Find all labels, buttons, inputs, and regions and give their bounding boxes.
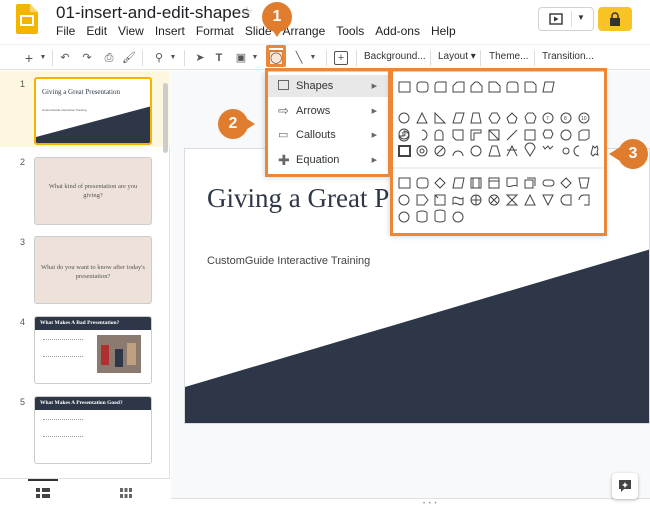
thumb-photo [97, 335, 141, 373]
menu-view[interactable]: View [118, 24, 144, 38]
transition-button[interactable]: Transition... [542, 51, 594, 62]
zoom-chevron-icon[interactable]: ▼ [168, 51, 178, 65]
present-button[interactable]: ▼ [538, 7, 594, 31]
undo-icon[interactable]: ↶ [58, 51, 72, 65]
menu-edit[interactable]: Edit [86, 24, 107, 38]
callout-pointer-2 [244, 117, 255, 131]
thumb-bullets [43, 419, 83, 437]
thumb-title-bar: What Makes A Bad Presentation? [35, 317, 151, 330]
explore-button[interactable] [612, 473, 638, 499]
slide-thumbnail-5[interactable]: What Makes A Presentation Good? [34, 396, 152, 464]
slide-number: 2 [20, 157, 26, 167]
share-button[interactable] [598, 7, 632, 31]
callout-box-shape-menu [265, 68, 391, 177]
callout-box-shapes-palette [390, 68, 607, 236]
callout-badge-3: 3 [618, 139, 648, 169]
slides-logo-icon [16, 4, 38, 34]
speaker-notes-handle[interactable]: • • • [171, 498, 650, 508]
slide-number: 3 [20, 237, 26, 247]
print-icon[interactable]: ⎙ [102, 51, 116, 65]
thumb-title-bar: What Makes A Presentation Good? [35, 397, 151, 410]
toolbar: + ▼ ↶ ↷ ⎙ 🖌 ⚲ ▼ ➤ T ▣ ▼ ◯ ╲ ▼ + Backgrou… [0, 44, 650, 70]
new-slide-plus-icon[interactable]: + [22, 51, 36, 65]
add-comment-icon[interactable]: + [334, 51, 348, 65]
background-button[interactable]: Background... [364, 51, 426, 62]
layout-button[interactable]: Layout ▾ [438, 51, 476, 62]
slide-number: 1 [20, 79, 26, 89]
text-box-icon[interactable]: T [212, 51, 226, 65]
menu-arrange[interactable]: Arrange [283, 24, 326, 38]
paint-format-icon[interactable]: 🖌 [122, 51, 136, 65]
callout-pointer-1 [271, 28, 283, 37]
menu-insert[interactable]: Insert [155, 24, 185, 38]
lock-icon [610, 12, 620, 26]
thumb-text: What do you want to know after today's p… [41, 264, 145, 280]
menu-help[interactable]: Help [431, 24, 456, 38]
document-title[interactable]: 01-insert-and-edit-shapes [56, 3, 250, 23]
line-chevron-icon[interactable]: ▼ [308, 51, 318, 65]
image-chevron-icon[interactable]: ▼ [250, 51, 260, 65]
thumb-dark-triangle [36, 106, 150, 143]
menu-addons[interactable]: Add-ons [375, 24, 420, 38]
view-toggle-bar [0, 478, 170, 508]
thumb-bullets [43, 339, 83, 357]
slide-number: 5 [20, 397, 26, 407]
thumb-text: What kind of presentation are you giving… [48, 183, 138, 199]
new-slide-chevron-icon[interactable]: ▼ [38, 51, 48, 65]
menu-format[interactable]: Format [196, 24, 234, 38]
star-icon[interactable]: ☆ [240, 3, 253, 21]
callout-pointer-3 [609, 147, 620, 161]
theme-button[interactable]: Theme... [489, 51, 528, 62]
chevron-down-icon[interactable]: ▼ [577, 13, 585, 22]
filmstrip: 1 Giving a Great Presentation CustomGuid… [0, 71, 170, 478]
present-icon [549, 13, 563, 25]
slide-number: 4 [20, 317, 26, 327]
explore-icon [619, 480, 631, 492]
image-icon[interactable]: ▣ [234, 51, 248, 65]
filmstrip-scrollbar[interactable] [163, 83, 168, 153]
filmstrip-view-icon[interactable] [36, 488, 50, 498]
line-icon[interactable]: ╲ [292, 51, 306, 65]
menu-tools[interactable]: Tools [336, 24, 364, 38]
redo-icon[interactable]: ↷ [80, 51, 94, 65]
grid-view-icon[interactable] [120, 488, 132, 498]
slide-thumbnail-1[interactable]: Giving a Great Presentation CustomGuide … [34, 77, 152, 145]
callout-box-shape-tool [266, 45, 286, 67]
slide-thumbnail-2[interactable]: What kind of presentation are you giving… [34, 157, 152, 225]
slide-thumbnail-4[interactable]: What Makes A Bad Presentation? [34, 316, 152, 384]
select-cursor-icon[interactable]: ➤ [193, 51, 207, 65]
menu-file[interactable]: File [56, 24, 75, 38]
slide-thumbnail-3[interactable]: What do you want to know after today's p… [34, 236, 152, 304]
menu-bar: File Edit View Insert Format Slide Arran… [56, 24, 467, 38]
zoom-icon[interactable]: ⚲ [152, 51, 166, 65]
